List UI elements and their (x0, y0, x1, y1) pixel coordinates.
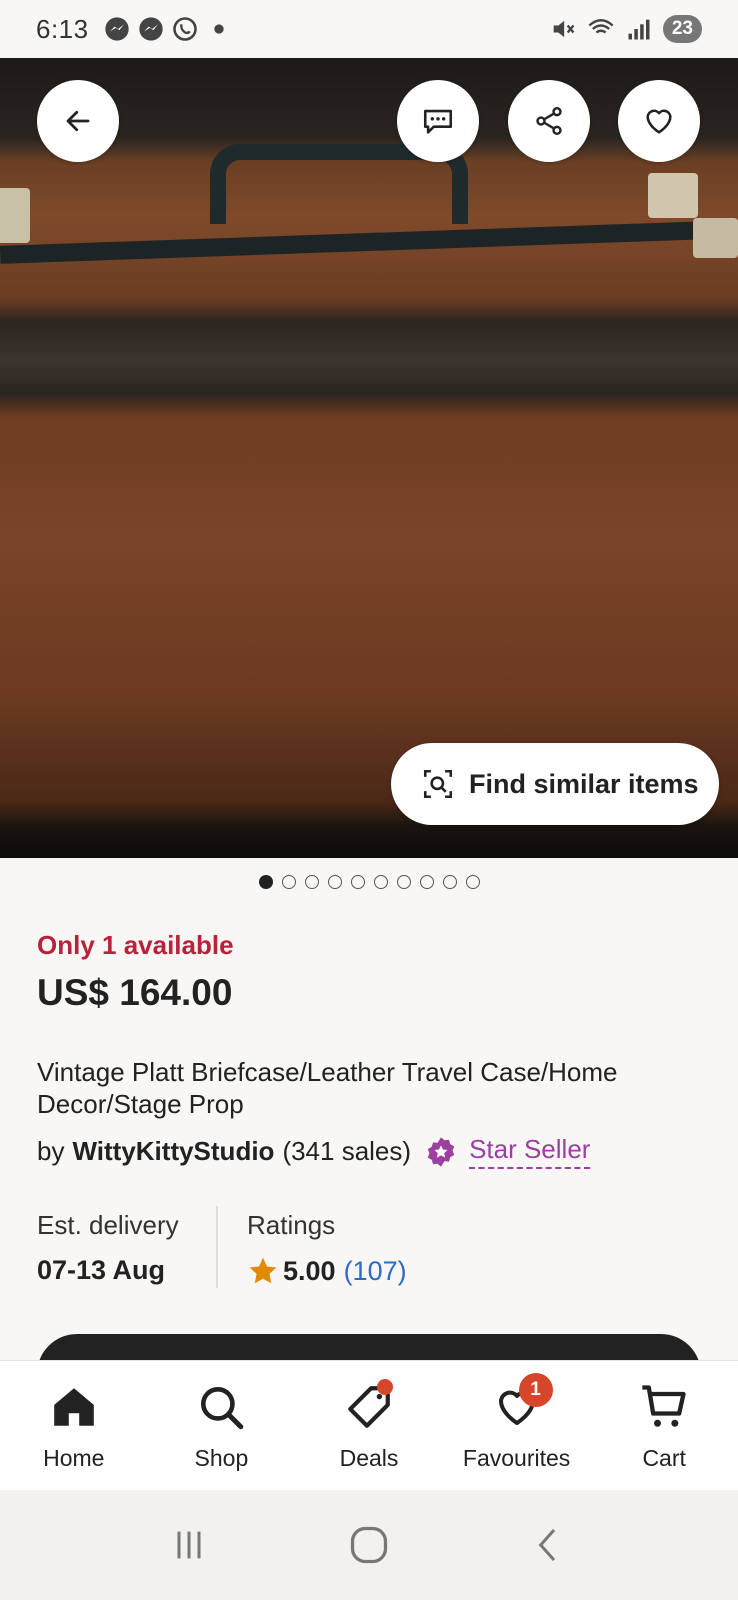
home-button-icon[interactable] (347, 1523, 391, 1567)
search-icon (201, 1387, 244, 1430)
by-label: by (37, 1136, 65, 1166)
message-seller-button[interactable] (397, 80, 479, 162)
home-icon (54, 1388, 94, 1426)
bottom-navigation: Home Shop Deals 1 Favourites Cart (0, 1360, 738, 1490)
carousel-dot[interactable] (373, 875, 388, 889)
listing-title: Vintage Platt Briefcase/Leather Travel C… (37, 1057, 618, 1119)
rating-count-link[interactable]: (107) (344, 1256, 407, 1287)
nav-label: Home (43, 1445, 105, 1471)
star-icon (249, 1257, 277, 1284)
share-button[interactable] (508, 80, 590, 162)
carousel-dot[interactable] (465, 875, 480, 889)
back-nav-icon[interactable] (529, 1525, 569, 1565)
arrow-left-icon (66, 110, 90, 132)
nav-favourites[interactable]: 1 Favourites (447, 1373, 587, 1472)
ratings-block[interactable]: Ratings 5.00 (107) (247, 1210, 407, 1287)
dot-icon (213, 24, 224, 34)
delivery-value: 07-13 Aug (37, 1255, 166, 1285)
image-carousel-dots (0, 875, 738, 889)
carousel-dot[interactable] (281, 875, 296, 889)
briefcase-band (0, 220, 738, 264)
carousel-dot[interactable] (350, 875, 365, 889)
carousel-dot[interactable] (442, 875, 457, 889)
share-icon (536, 107, 562, 135)
carousel-dot[interactable] (396, 875, 411, 889)
find-similar-label: Find similar items (469, 768, 699, 799)
visual-search-icon (423, 769, 453, 799)
favourites-badge: 1 (518, 1373, 553, 1407)
delivery-block: Est. delivery 07-13 Aug (37, 1210, 179, 1286)
briefcase-latch (648, 173, 698, 218)
nav-cart[interactable]: Cart (594, 1379, 734, 1472)
nav-label: Cart (642, 1445, 686, 1471)
find-similar-items-button[interactable]: Find similar items (391, 743, 719, 825)
chat-icon (423, 109, 453, 134)
mute-icon (553, 20, 575, 38)
nav-home[interactable]: Home (4, 1379, 144, 1472)
carousel-dot[interactable] (304, 875, 319, 889)
back-button[interactable] (37, 80, 119, 162)
battery-indicator: 23 (662, 15, 702, 43)
ratings-label: Ratings (247, 1210, 336, 1240)
status-time: 6:13 (36, 13, 89, 44)
star-seller-link[interactable]: Star Seller (469, 1134, 591, 1169)
wifi-icon (588, 19, 614, 34)
carousel-dot[interactable] (419, 875, 434, 889)
status-bar: 6:13 23 (0, 0, 738, 58)
signal-icon (628, 19, 650, 40)
nav-label: Deals (339, 1445, 399, 1471)
divider (216, 1206, 218, 1288)
favourite-button[interactable] (618, 80, 700, 162)
carousel-dot[interactable] (327, 875, 342, 889)
whatsapp-icon (172, 17, 197, 41)
status-notification-icons (103, 15, 233, 43)
delivery-label: Est. delivery (37, 1210, 179, 1240)
nav-label: Shop (194, 1445, 249, 1471)
nav-deals[interactable]: Deals (299, 1379, 439, 1472)
carousel-dot[interactable] (258, 875, 273, 889)
listing-image[interactable]: Find similar items (0, 58, 738, 858)
briefcase-latch (693, 218, 738, 258)
briefcase-latch (0, 188, 30, 243)
seller-line: by WittyKittyStudio (341 sales) Star Sel… (37, 1134, 591, 1169)
recent-apps-icon[interactable] (169, 1525, 209, 1565)
nav-label: Favourites (462, 1445, 571, 1471)
messenger-icon (138, 17, 163, 41)
deals-notification-dot (376, 1379, 393, 1395)
system-navigation-bar (0, 1490, 738, 1600)
ratings-row: 5.00 (107) (247, 1255, 407, 1287)
messenger-icon (104, 17, 129, 41)
star-seller-badge-icon (427, 1136, 455, 1167)
price: US$ 164.00 (37, 972, 233, 1013)
availability-text: Only 1 available (37, 930, 234, 960)
rating-value: 5.00 (283, 1255, 336, 1286)
seller-sales-count: (341 sales) (282, 1136, 412, 1166)
nav-shop[interactable]: Shop (151, 1379, 291, 1472)
heart-icon (646, 109, 672, 134)
cart-icon (642, 1385, 686, 1427)
seller-name-link[interactable]: WittyKittyStudio (72, 1136, 274, 1167)
status-system-icons: 23 (549, 15, 702, 43)
